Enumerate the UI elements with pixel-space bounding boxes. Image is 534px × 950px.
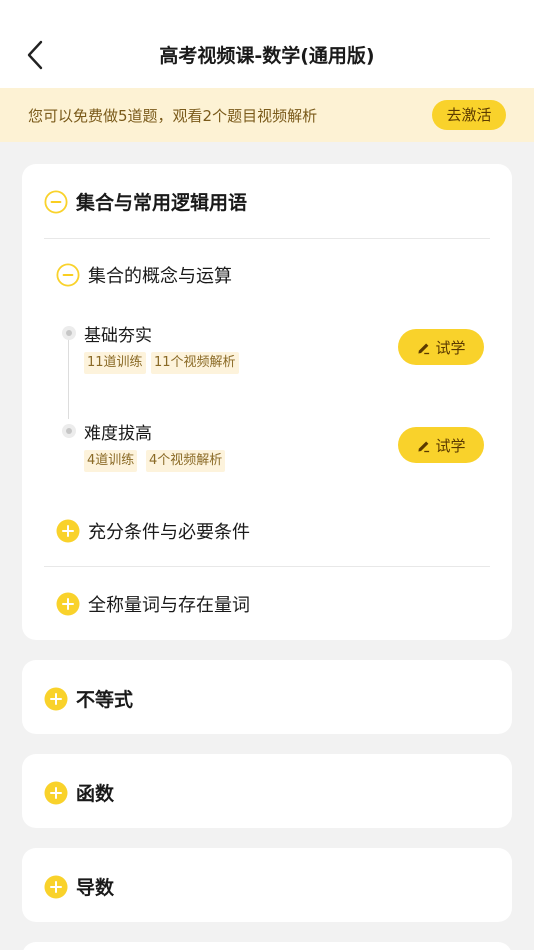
lesson-title: 基础夯实 (84, 326, 152, 346)
lesson-tag-videos: 4个视频解析 (146, 450, 226, 472)
minus-circle-icon (44, 189, 68, 214)
section-title: 集合的概念与运算 (88, 266, 232, 287)
trial-banner-text: 您可以免费做5道题，观看2个题目视频解析 (28, 107, 318, 125)
nav-bar: 高考视频课-数学(通用版) (0, 0, 534, 88)
chapter-card: 不等式 (22, 660, 512, 734)
chapter-title: 集合与常用逻辑用语 (76, 192, 248, 214)
try-button[interactable]: 试学 (398, 427, 484, 463)
chapter-header[interactable]: 导数 (44, 873, 114, 900)
section-header[interactable]: 充分条件与必要条件 (56, 518, 250, 544)
try-button[interactable]: 试学 (398, 329, 484, 365)
chapter-title: 不等式 (76, 689, 134, 711)
pencil-icon (418, 440, 430, 452)
section-title: 全称量词与存在量词 (88, 595, 250, 616)
lesson-dot (62, 326, 76, 340)
activate-button[interactable]: 去激活 (432, 100, 506, 130)
divider (44, 238, 490, 239)
chapter-card (22, 942, 512, 950)
trial-banner: 您可以免费做5道题，观看2个题目视频解析 去激活 (0, 88, 534, 142)
try-button-label: 试学 (435, 338, 466, 357)
pencil-icon (418, 342, 430, 354)
plus-circle-icon (56, 592, 80, 616)
chapter-card: 函数 (22, 754, 512, 828)
plus-circle-icon (44, 781, 68, 804)
chapter-card: 导数 (22, 848, 512, 922)
try-button-label: 试学 (435, 436, 466, 455)
chapter-title: 导数 (76, 877, 115, 899)
chapter-card: 集合与常用逻辑用语 集合的概念与运算 基础夯实 11道训练 11个视频解析 试学… (22, 164, 512, 640)
section-header[interactable]: 集合的概念与运算 (56, 262, 232, 288)
lesson-tag-videos: 11个视频解析 (151, 352, 239, 374)
divider (44, 566, 490, 567)
section-title: 充分条件与必要条件 (88, 522, 250, 543)
chapter-title: 函数 (76, 783, 115, 805)
lesson-tag-exercises: 4道训练 (84, 450, 138, 472)
section-header[interactable]: 全称量词与存在量词 (56, 591, 250, 617)
chapter-header[interactable]: 函数 (44, 779, 114, 806)
lesson-title: 难度拔高 (84, 424, 152, 444)
timeline-line (68, 337, 69, 419)
page-title: 高考视频课-数学(通用版) (159, 45, 375, 67)
chapter-header[interactable]: 集合与常用逻辑用语 (44, 188, 247, 215)
minus-circle-icon (56, 263, 80, 287)
plus-circle-icon (44, 687, 68, 710)
plus-circle-icon (44, 875, 68, 898)
lesson-dot (62, 424, 76, 438)
plus-circle-icon (56, 519, 80, 543)
lesson-tag-exercises: 11道训练 (84, 352, 146, 374)
chapter-header[interactable]: 不等式 (44, 685, 133, 712)
